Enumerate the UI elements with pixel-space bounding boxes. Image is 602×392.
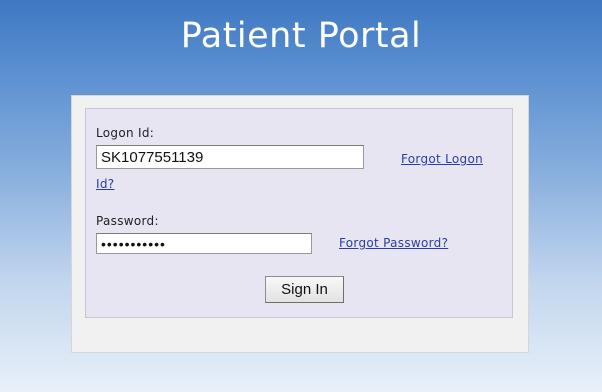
password-label: Password: xyxy=(96,214,159,228)
sign-in-button[interactable]: Sign In xyxy=(265,276,344,303)
page: { "header": { "title": "Patient Portal" … xyxy=(0,0,602,392)
logon-id-label: Logon Id: xyxy=(96,126,155,140)
page-title: Patient Portal xyxy=(180,16,422,56)
logon-id-input[interactable] xyxy=(96,145,364,169)
forgot-logon-id-link-continued[interactable]: Id? xyxy=(96,177,114,191)
password-input[interactable] xyxy=(96,233,312,254)
forgot-password-link[interactable]: Forgot Password? xyxy=(339,236,448,250)
forgot-logon-id-link[interactable]: Forgot Logon xyxy=(401,152,483,166)
